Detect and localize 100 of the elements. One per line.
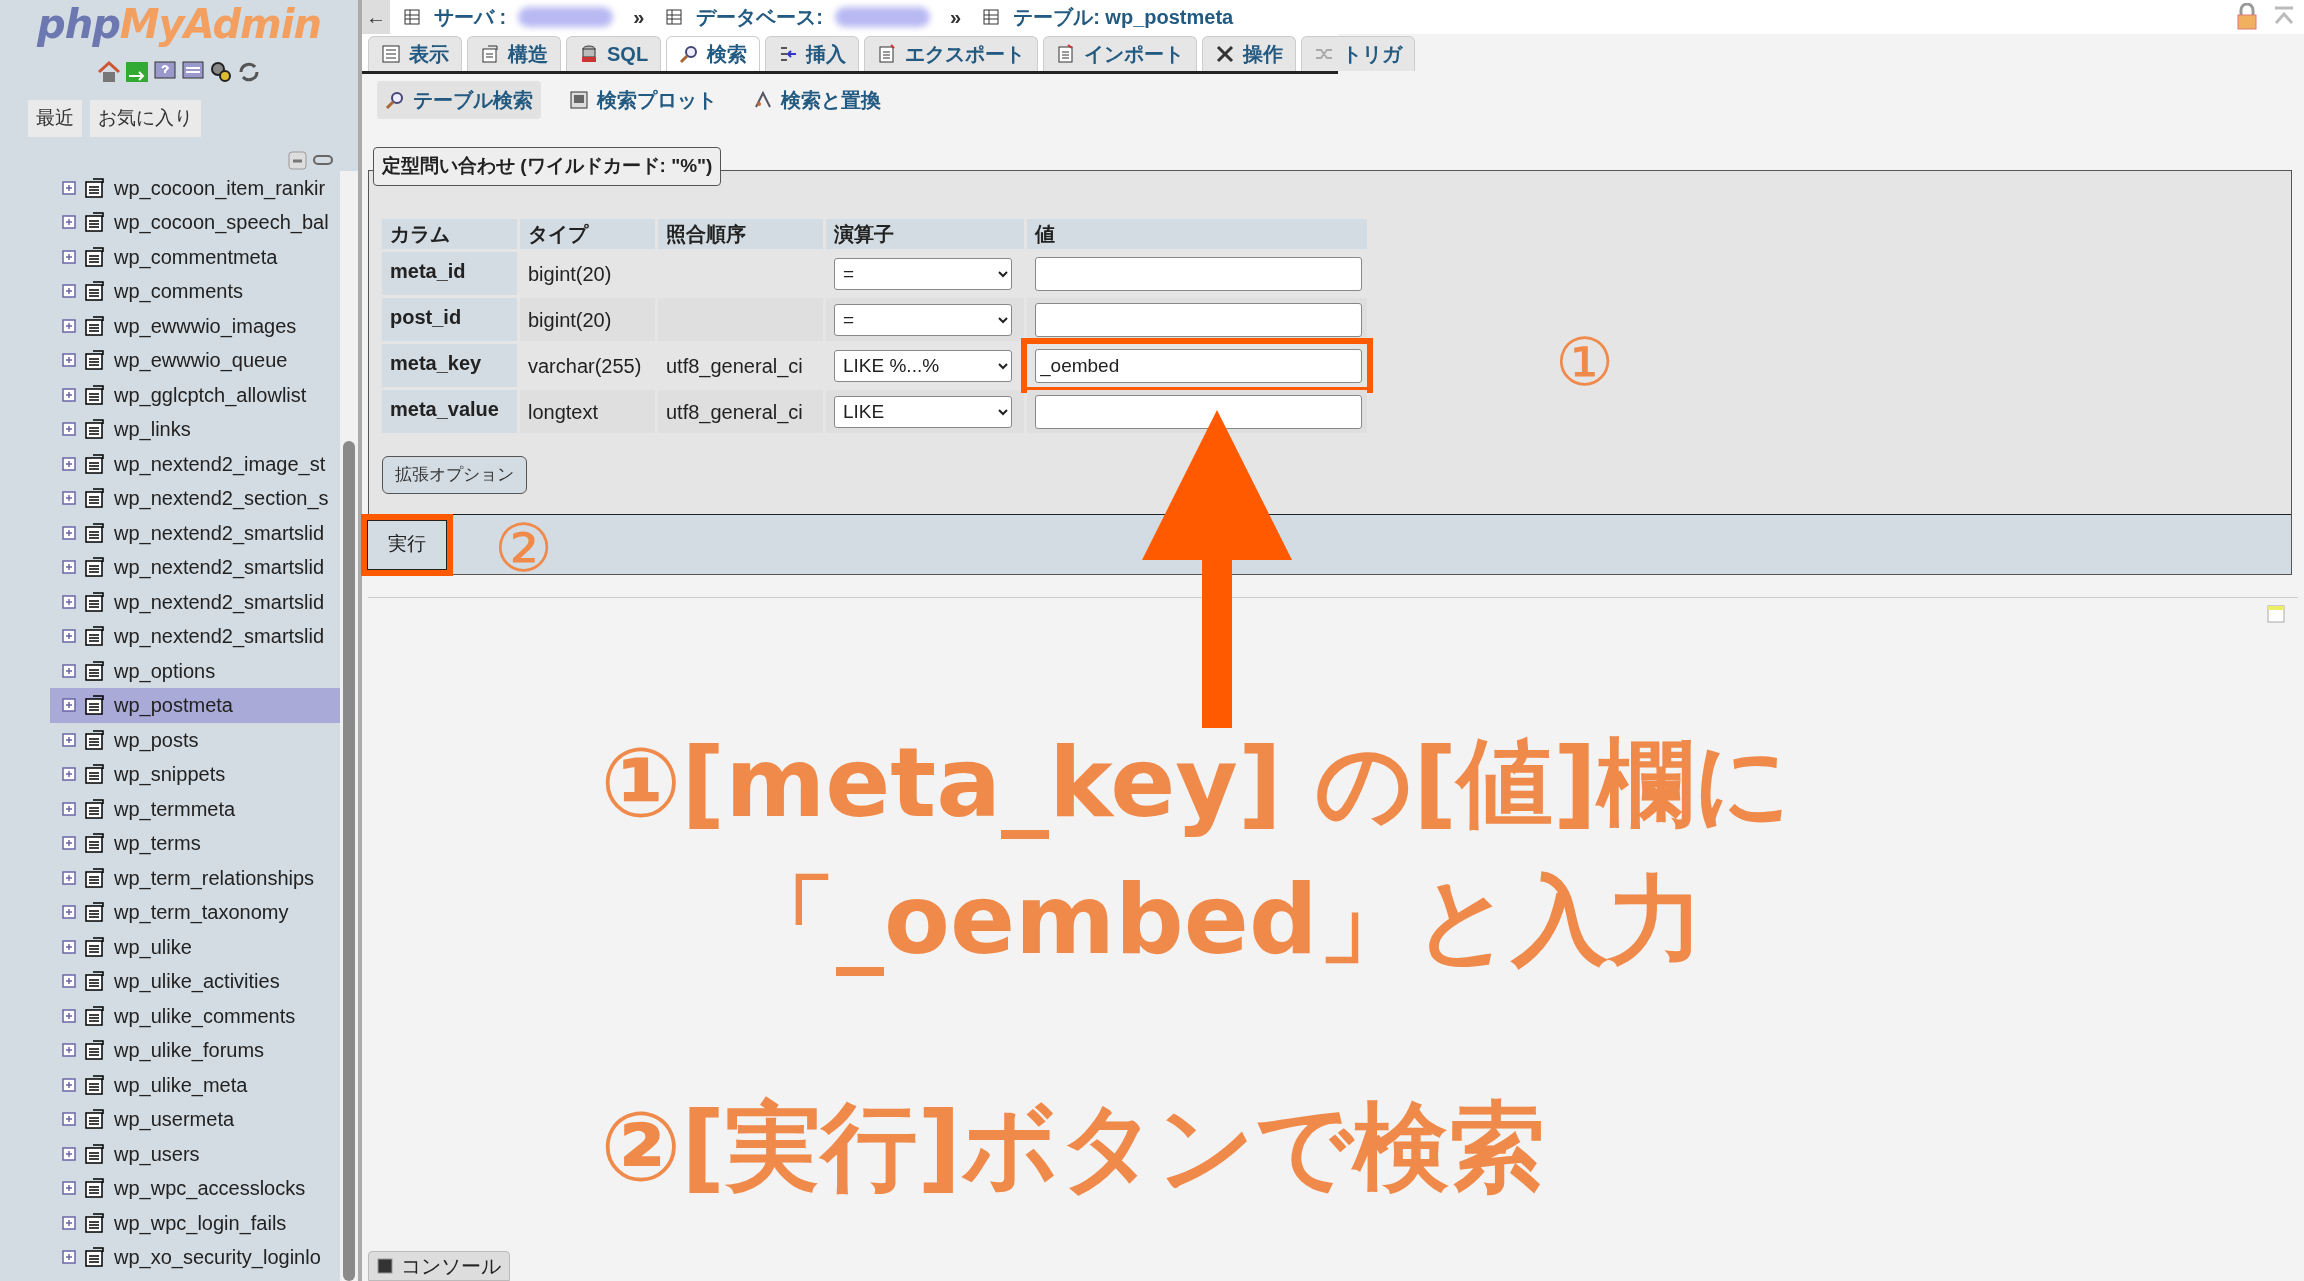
table-icon <box>84 487 106 510</box>
table-list-item[interactable]: wp_term_taxonomy <box>50 895 340 930</box>
table-list-item[interactable]: wp_wpc_accesslocks <box>50 1171 340 1206</box>
table-list-item[interactable]: wp_nextend2_smartslid <box>50 515 340 550</box>
expand-icon <box>62 560 76 575</box>
table-icon <box>84 659 106 682</box>
table-list-item[interactable]: wp_term_relationships <box>50 860 340 895</box>
options-button[interactable]: 拡張オプション <box>382 456 527 494</box>
collapse-icon <box>286 148 308 171</box>
value-field[interactable]: _oembed <box>1035 348 1362 383</box>
list-icon <box>381 44 401 64</box>
table-list-item[interactable]: wp_posts <box>50 722 340 757</box>
expand-icon <box>62 1215 76 1230</box>
sidebar-tab[interactable]: 最近 <box>28 100 82 137</box>
subtab[interactable]: テーブル検索 <box>377 81 541 119</box>
table-list-item[interactable]: wp_terms <box>50 826 340 861</box>
expand-icon <box>62 698 76 713</box>
breadcrumb-link[interactable]: データベース: <box>696 2 823 32</box>
value-field[interactable] <box>1035 394 1362 429</box>
search-icon <box>679 44 700 64</box>
table-list-item[interactable]: wp_commentmeta <box>50 239 340 274</box>
subtab[interactable]: 検索と置換 <box>745 81 889 119</box>
sidebar-tab[interactable]: お気に入り <box>90 100 201 137</box>
column-header: 照合順序 <box>658 219 823 249</box>
table-list-item[interactable]: wp_ulike <box>50 929 340 964</box>
table-list-item[interactable]: wp_termmeta <box>50 791 340 826</box>
table-list-item[interactable]: wp_ewwwio_queue <box>50 343 340 378</box>
subtab[interactable]: 検索プロット <box>561 81 725 119</box>
column-name: meta_key <box>382 344 517 387</box>
expand-icon <box>62 284 76 299</box>
table-icon <box>84 1177 106 1200</box>
expand-icon <box>62 387 76 402</box>
expand-icon <box>62 318 76 333</box>
tab[interactable]: インポート <box>1043 36 1198 71</box>
table-list-item[interactable]: wp_cocoon_item_rankir <box>50 170 340 205</box>
go-button[interactable]: 実行 <box>367 519 447 570</box>
table-list-item[interactable]: wp_ulike_forums <box>50 1033 340 1068</box>
tab[interactable]: 表示 <box>368 36 462 71</box>
table-icon <box>84 866 106 889</box>
value-field[interactable] <box>1035 302 1362 337</box>
table-icon <box>84 763 106 786</box>
table-list-item[interactable]: wp_postmeta <box>50 688 340 723</box>
table-list-item[interactable]: wp_wpc_login_fails <box>50 1205 340 1240</box>
breadcrumb-separator: » <box>632 5 646 30</box>
tab[interactable]: SQL <box>566 36 662 71</box>
tab[interactable]: 検索 <box>666 36 761 71</box>
lock-icon <box>2234 3 2260 31</box>
table-list-item[interactable]: wp_gglcptch_allowlist <box>50 377 340 412</box>
expand-icon <box>62 801 76 816</box>
table-list-item[interactable]: wp_options <box>50 653 340 688</box>
table-list-item[interactable]: wp_usermeta <box>50 1102 340 1137</box>
breadcrumb-link[interactable]: テーブル: wp_postmeta <box>1013 2 1234 32</box>
table-list-item[interactable]: wp_nextend2_smartslid <box>50 550 340 585</box>
table-list-item[interactable]: wp_ulike_meta <box>50 1067 340 1102</box>
expand-icon <box>62 491 76 506</box>
expand-icon <box>62 732 76 747</box>
exit-icon <box>125 60 149 84</box>
operator-select[interactable]: LIKE %...% <box>834 349 1012 382</box>
table-list-item[interactable]: wp_comments <box>50 274 340 309</box>
console-tab[interactable]: コンソール <box>368 1251 510 1281</box>
table-icon <box>84 1211 106 1234</box>
scrollbar[interactable] <box>340 170 358 1281</box>
fieldset-legend: 定型問い合わせ (ワイルドカード: "%") <box>373 147 722 186</box>
table-icon <box>84 176 106 199</box>
tab[interactable]: 挿入 <box>765 36 860 71</box>
table-list-item[interactable]: wp_ulike_activities <box>50 964 340 999</box>
table-list-item[interactable]: wp_ewwwio_images <box>50 308 340 343</box>
table-list-item[interactable]: wp_nextend2_image_st <box>50 446 340 481</box>
table-icon <box>84 1004 106 1027</box>
operator-select[interactable]: = <box>834 257 1012 290</box>
home-icon <box>97 60 121 84</box>
table-list-item[interactable]: wp_nextend2_smartslid <box>50 584 340 619</box>
collation-cell: utf8_general_ci <box>658 390 823 433</box>
table-list-item[interactable]: wp_links <box>50 412 340 447</box>
note-icon <box>2266 604 2286 624</box>
table-list-item[interactable]: wp_snippets <box>50 757 340 792</box>
tab[interactable]: 操作 <box>1202 36 1297 71</box>
expand-icon <box>62 215 76 230</box>
table-list-item[interactable]: wp_nextend2_smartslid <box>50 619 340 654</box>
operator-select[interactable]: = <box>834 303 1012 336</box>
annotation-text: ①[meta_key] の[値]欄に <box>600 726 1791 841</box>
tab[interactable]: 構造 <box>467 36 561 71</box>
operator-select[interactable]: LIKE <box>834 395 1012 428</box>
table-list-item[interactable]: wp_nextend2_section_s <box>50 481 340 516</box>
expand-icon <box>62 663 76 678</box>
insert-icon <box>778 44 799 64</box>
table-list-item[interactable]: wp_ulike_comments <box>50 998 340 1033</box>
table-icon <box>84 590 106 613</box>
circled-number: ① <box>1555 330 1615 396</box>
tab[interactable]: トリガ <box>1301 36 1416 71</box>
value-field[interactable] <box>1035 256 1362 291</box>
breadcrumb-link[interactable]: サーバ : <box>434 2 507 32</box>
expand-icon <box>62 1250 76 1265</box>
table-list-item[interactable]: wp_xo_security_loginlo <box>50 1240 340 1275</box>
tab[interactable]: エクスポート <box>864 36 1039 71</box>
table-icon <box>84 1142 106 1165</box>
table-list-item[interactable]: wp_users <box>50 1136 340 1171</box>
table-icon <box>84 245 106 268</box>
expand-icon <box>62 629 76 644</box>
table-list-item[interactable]: wp_cocoon_speech_bal <box>50 205 340 240</box>
